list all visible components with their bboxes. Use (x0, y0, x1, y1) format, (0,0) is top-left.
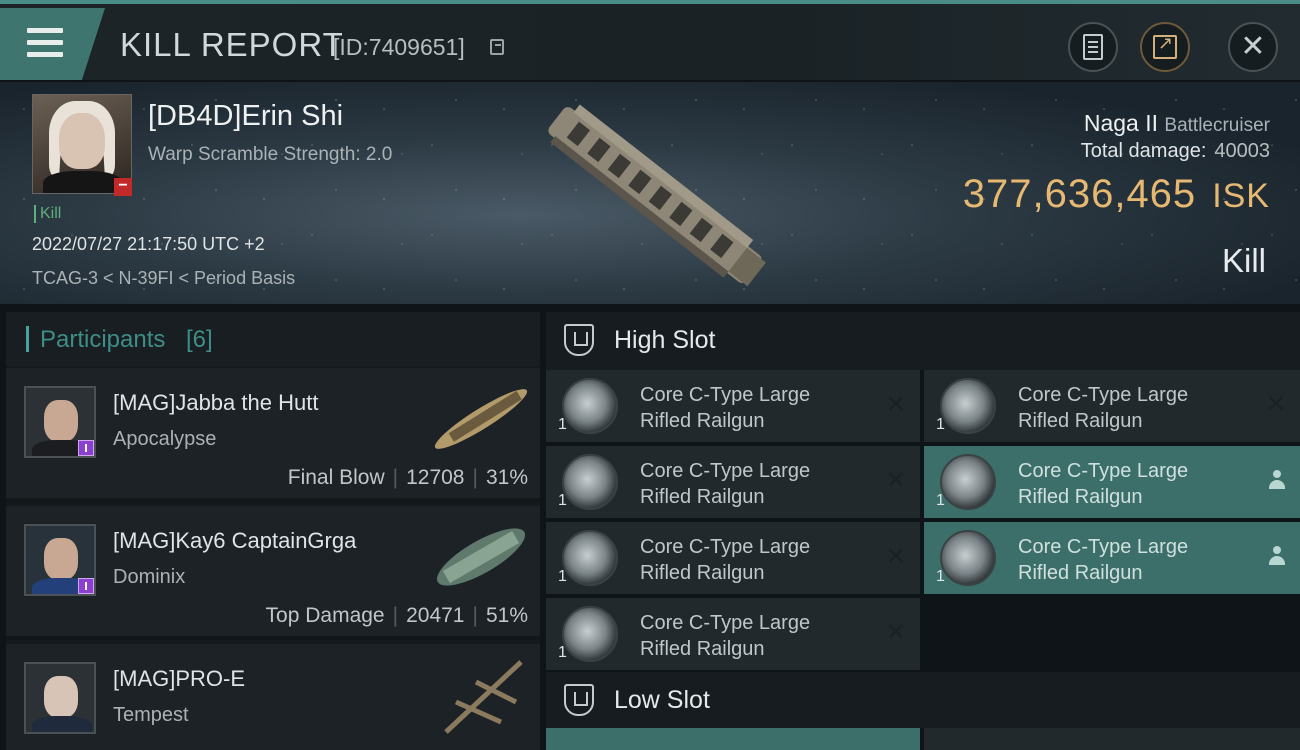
avatar[interactable] (24, 662, 96, 734)
hostile-badge: − (114, 178, 132, 196)
victim-ship-name[interactable]: Naga II Battlecruiser (1084, 110, 1270, 137)
module-item[interactable]: 1 Core C-Type Large Rifled Railgun ✕ (924, 370, 1300, 442)
participant-ship: Apocalypse (113, 428, 217, 450)
module-item[interactable] (546, 728, 920, 750)
x-icon: ✕ (885, 542, 906, 570)
menu-icon (27, 28, 63, 58)
railgun-icon (940, 454, 996, 510)
participant-stats: Top Damage | 20471 | 51% (265, 604, 528, 627)
top-bar: KILL REPORT [ID:7409651] ✕ (0, 0, 1300, 80)
participants-title: Participants (40, 326, 166, 353)
high-slot-header: High Slot (546, 312, 1300, 370)
module-item[interactable]: 1 Core C-Type Large Rifled Railgun (924, 522, 1300, 594)
participant-ship-image (434, 389, 528, 449)
clipboard-icon (1083, 34, 1103, 60)
high-slot-title: High Slot (614, 326, 716, 354)
participant-name[interactable]: [MAG]Kay6 CaptainGrga (113, 528, 356, 554)
module-name: Core C-Type Large Rifled Railgun (640, 612, 811, 660)
module-quantity: 1 (558, 644, 567, 661)
participant-row[interactable]: [MAG]PRO-E Tempest (6, 644, 540, 750)
module-item[interactable] (924, 728, 1300, 750)
module-item[interactable]: 1 Core C-Type Large Rifled Railgun ✕ (546, 522, 920, 594)
clipboard-button[interactable] (1068, 22, 1118, 72)
participant-ship-image (436, 528, 526, 586)
module-name: Core C-Type Large Rifled Railgun (1018, 536, 1189, 584)
victim-name[interactable]: [DB4D]Erin Shi (148, 100, 343, 133)
page-title: KILL REPORT (120, 26, 344, 63)
participant-row[interactable]: [MAG]Jabba the Hutt Apocalypse Final Blo… (6, 368, 540, 502)
participant-row[interactable]: [MAG]Kay6 CaptainGrga Dominix Top Damage… (6, 506, 540, 640)
participant-ship-image (444, 660, 523, 734)
x-icon: ✕ (1265, 390, 1286, 418)
railgun-icon (940, 530, 996, 586)
person-icon (1268, 546, 1286, 568)
x-icon: ✕ (885, 618, 906, 646)
module-name: Core C-Type Large Rifled Railgun (1018, 460, 1189, 508)
module-item[interactable]: 1 Core C-Type Large Rifled Railgun ✕ (546, 598, 920, 670)
module-name: Core C-Type Large Rifled Railgun (640, 460, 811, 508)
module-quantity: 1 (558, 492, 567, 509)
warp-scramble-strength: Warp Scramble Strength: 2.0 (148, 144, 393, 165)
low-slot-icon (564, 684, 594, 716)
victim-ship-class: Battlecruiser (1164, 115, 1270, 136)
kill-datetime: 2022/07/27 21:17:50 UTC +2 (32, 234, 265, 254)
module-name: Core C-Type Large Rifled Railgun (1018, 384, 1189, 432)
module-item[interactable]: 1 Core C-Type Large Rifled Railgun ✕ (546, 370, 920, 442)
module-quantity: 1 (936, 492, 945, 509)
report-id: [ID:7409651] (333, 34, 465, 60)
x-icon: ✕ (885, 466, 906, 494)
participants-panel: Participants [6] [MAG]Jabba the Hutt Apo… (6, 312, 540, 750)
participants-header: Participants [6] (6, 312, 540, 366)
railgun-icon (562, 454, 618, 510)
share-button[interactable] (1140, 22, 1190, 72)
railgun-icon (562, 606, 618, 662)
participant-name[interactable]: [MAG]Jabba the Hutt (113, 390, 318, 416)
copy-icon[interactable] (490, 39, 504, 55)
module-quantity: 1 (558, 416, 567, 433)
x-icon: ✕ (885, 390, 906, 418)
participant-stats: Final Blow | 12708 | 31% (287, 466, 528, 489)
high-slot-icon (564, 324, 594, 356)
isk-value: 377,636,465 ISK (962, 172, 1270, 216)
module-quantity: 1 (558, 568, 567, 585)
close-icon: ✕ (1240, 29, 1266, 64)
victim-banner: − [DB4D]Erin Shi Warp Scramble Strength:… (0, 82, 1300, 304)
menu-button[interactable] (0, 8, 105, 80)
corp-badge-icon (78, 578, 94, 594)
participant-ship: Tempest (113, 704, 189, 726)
module-name: Core C-Type Large Rifled Railgun (640, 536, 811, 584)
railgun-icon (940, 378, 996, 434)
module-item[interactable]: 1 Core C-Type Large Rifled Railgun (924, 446, 1300, 518)
kill-tag: Kill (34, 205, 61, 223)
person-icon (1268, 470, 1286, 492)
module-item[interactable]: 1 Core C-Type Large Rifled Railgun ✕ (546, 446, 920, 518)
railgun-icon (562, 530, 618, 586)
low-slot-header: Low Slot (546, 672, 1300, 728)
participant-name[interactable]: [MAG]PRO-E (113, 666, 245, 692)
kill-location[interactable]: TCAG-3 < N-39FI < Period Basis (32, 268, 295, 289)
participants-count: [6] (186, 326, 213, 353)
victim-ship-image[interactable] (520, 100, 790, 290)
close-button[interactable]: ✕ (1228, 22, 1278, 72)
total-damage: Total damage: 40003 (1080, 140, 1270, 162)
kill-report-screen: KILL REPORT [ID:7409651] ✕ − [DB4D]Erin … (0, 0, 1300, 750)
railgun-icon (562, 378, 618, 434)
share-icon (1153, 33, 1177, 59)
corp-badge-icon (78, 440, 94, 456)
module-quantity: 1 (936, 416, 945, 433)
module-quantity: 1 (936, 568, 945, 585)
low-slot-title: Low Slot (614, 686, 710, 714)
module-name: Core C-Type Large Rifled Railgun (640, 384, 811, 432)
result-label: Kill (1221, 242, 1266, 279)
participant-ship: Dominix (113, 566, 186, 588)
